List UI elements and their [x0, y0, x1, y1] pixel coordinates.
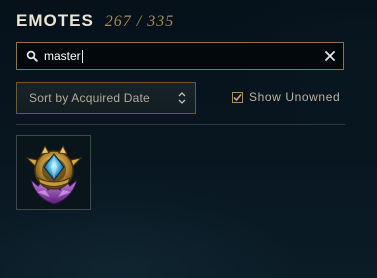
divider [16, 124, 345, 125]
emote-count: 267 / 335 [104, 13, 175, 30]
search-input[interactable]: master [44, 46, 317, 66]
master-crest-emote-icon [24, 144, 83, 205]
search-icon [20, 50, 44, 62]
search-bar[interactable]: master [16, 42, 344, 70]
sort-dropdown-label: Sort by Acquired Date [29, 91, 150, 105]
page-title: EMOTES [16, 11, 94, 30]
show-unowned-toggle[interactable]: Show Unowned [232, 90, 340, 104]
search-input-value: master [44, 49, 81, 63]
checkmark-icon [233, 93, 242, 101]
clear-search-button[interactable] [317, 43, 343, 69]
header: EMOTES 267 / 335 [16, 11, 174, 31]
sort-arrows-icon [169, 91, 195, 105]
emote-tile[interactable] [16, 135, 91, 210]
show-unowned-label: Show Unowned [249, 90, 341, 104]
show-unowned-checkbox[interactable] [232, 91, 243, 103]
close-icon [325, 51, 335, 61]
text-caret [81, 49, 83, 63]
sort-dropdown[interactable]: Sort by Acquired Date [16, 82, 196, 114]
